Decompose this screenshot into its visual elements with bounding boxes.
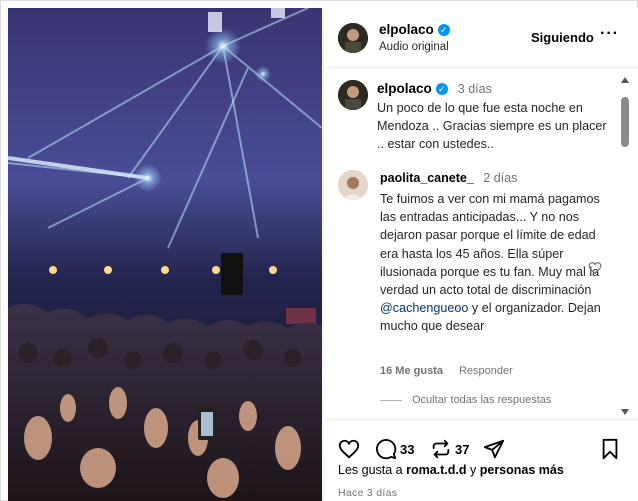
mention-link[interactable]: @cachengueoo [380,301,468,315]
post-modal: elpolaco ✓ Audio original Siguiendo ··· … [0,0,638,501]
verified-badge-icon: ✓ [437,23,450,36]
comments-scrollbar[interactable] [618,77,632,417]
post-header: elpolaco ✓ Audio original Siguiendo ··· [324,8,638,68]
likes-join: y [466,463,480,477]
scrollbar-thumb[interactable] [621,97,629,147]
post-actions: 33 37 Les gusta a roma.t.d.d y personas [324,419,638,501]
comment-time[interactable]: 2 días [483,171,517,185]
repost-button[interactable]: 37 [430,438,469,460]
verified-badge-icon: ✓ [435,82,448,95]
comments-list[interactable]: elpolaco ✓ 3 días Un poco de lo que fue … [324,69,638,419]
comment-heart-icon[interactable] [588,261,602,275]
comment-username[interactable]: paolita_canete_ [380,171,474,185]
author-avatar-image [338,23,368,53]
caption-header: elpolaco ✓ 3 días [377,81,492,96]
scroll-down-arrow-icon[interactable] [621,409,629,415]
likes-prefix: Les gusta a [338,463,407,477]
comment-header: paolita_canete_ 2 días [380,171,517,185]
reposts-count: 37 [455,441,470,457]
post-video[interactable] [8,8,322,501]
caption-text: Un poco de lo que fue esta noche en Mend… [377,101,607,151]
author-avatar[interactable] [338,23,368,53]
audio-label[interactable]: Audio original [379,41,449,53]
comment-text: Te fuimos a ver con mi mamá pagamos las … [380,190,616,336]
likes-summary: Les gusta a roma.t.d.d y personas más [338,463,564,477]
concert-scene-image [8,8,322,501]
paper-plane-icon [483,439,505,459]
likes-user-link[interactable]: roma.t.d.d [406,463,466,477]
post-details-panel: elpolaco ✓ Audio original Siguiendo ··· … [323,8,638,501]
scroll-up-arrow-icon[interactable] [621,77,629,83]
bookmark-icon [602,438,618,460]
heart-icon [338,439,360,459]
comment-meta: 16 Me gusta Responder [380,365,513,377]
more-options-icon[interactable]: ··· [600,25,619,43]
replies-divider [380,399,402,401]
reply-button[interactable]: Responder [459,365,513,377]
comment-likes[interactable]: 16 Me gusta [380,365,443,377]
following-button[interactable]: Siguiendo [531,30,594,45]
hide-replies-label: Ocultar todas las respuestas [412,394,552,406]
post-timestamp[interactable]: Hace 3 días [338,487,397,499]
comments-count: 33 [400,441,415,457]
save-button[interactable] [600,438,620,460]
author-username-row[interactable]: elpolaco ✓ [379,22,450,37]
comment-button[interactable]: 33 [375,438,414,460]
hide-replies-button[interactable]: Ocultar todas las respuestas [380,394,551,406]
caption-avatar-image [338,80,368,110]
likes-others-link[interactable]: personas más [480,463,564,477]
commenter-avatar[interactable] [338,170,368,200]
repost-arrows-icon [432,439,450,459]
comment-text-before: Te fuimos a ver con mi mamá pagamos las … [380,192,600,298]
commenter-avatar-image [338,170,368,200]
comment-bubble-icon [376,439,397,460]
caption-username[interactable]: elpolaco [377,81,432,96]
caption-avatar[interactable] [338,80,368,110]
share-button[interactable] [483,438,505,460]
caption-time[interactable]: 3 días [458,82,492,96]
author-username[interactable]: elpolaco [379,22,434,37]
like-button[interactable] [338,438,360,460]
